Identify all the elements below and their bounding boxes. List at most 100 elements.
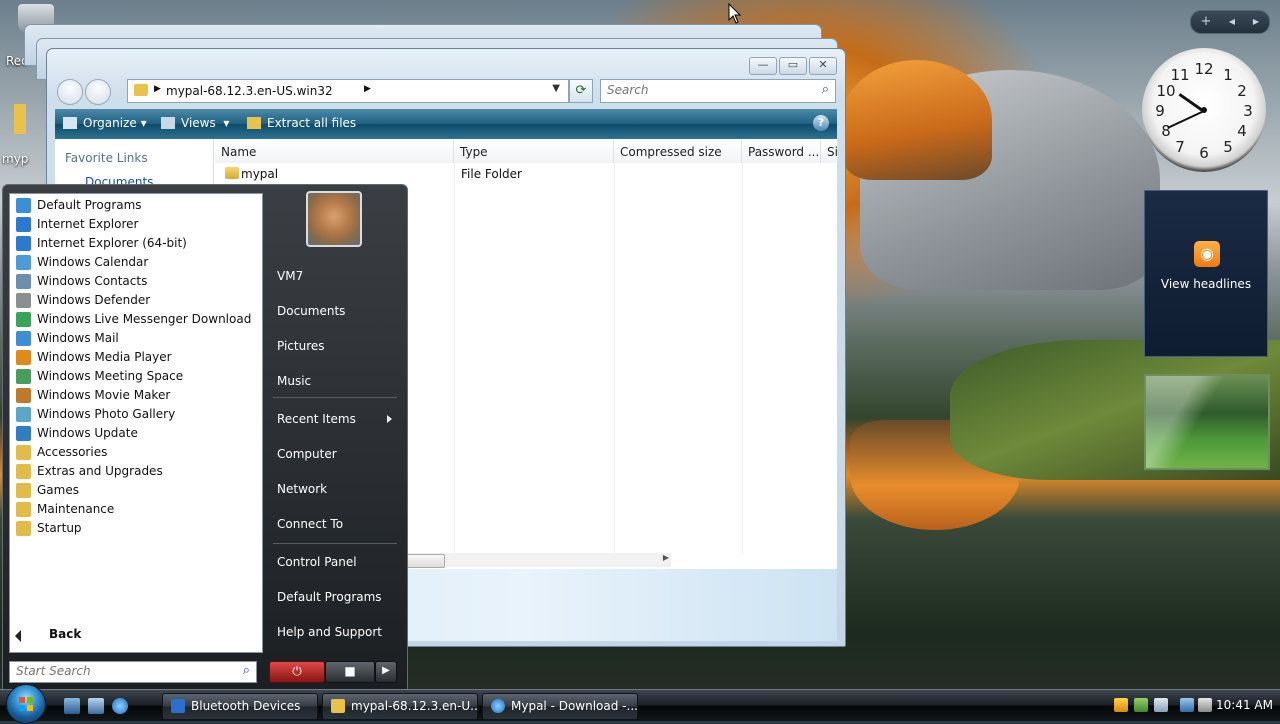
power-icon: ⏻ (292, 664, 302, 678)
address-bar[interactable]: ▶ mypal-68.12.3.en-US.win32 ▶ ▼ (127, 79, 569, 103)
help-icon[interactable]: ? (813, 115, 829, 131)
address-path[interactable]: mypal-68.12.3.en-US.win32 (166, 84, 333, 98)
folder-icon (16, 502, 31, 517)
windows-flag-icon (19, 697, 33, 711)
views-icon (161, 117, 175, 129)
system-tray: 10:41 AM (1108, 693, 1280, 718)
extract-all-files-button[interactable]: Extract all files (247, 116, 356, 130)
program-item[interactable]: Windows Calendar (16, 253, 256, 272)
program-item[interactable]: Accessories (16, 443, 256, 462)
close-button[interactable]: ✕ (809, 57, 837, 75)
back-arrow-button[interactable] (57, 79, 83, 105)
power-button[interactable]: ⏻ (269, 661, 325, 683)
desktop-mypal-label[interactable]: myp (2, 152, 28, 166)
lock-button[interactable]: ■ (325, 661, 375, 683)
organize-icon (63, 117, 77, 129)
switch-windows-icon[interactable] (88, 698, 104, 714)
tray-app-icon[interactable] (1154, 698, 1168, 712)
program-item[interactable]: Windows Defender (16, 291, 256, 310)
add-gadget-button[interactable]: + (1193, 11, 1219, 33)
internet-explorer-icon[interactable] (112, 698, 128, 714)
scroll-right-arrow-icon[interactable]: ▶ (663, 553, 669, 562)
views-button[interactable]: Views ▾ (161, 116, 229, 130)
volume-muted-icon[interactable] (1198, 698, 1212, 712)
extract-label: Extract all files (267, 116, 357, 130)
start-item-control-panel[interactable]: Control Panel (277, 555, 357, 569)
start-item-pictures[interactable]: Pictures (277, 339, 325, 353)
start-item-computer[interactable]: Computer (277, 447, 337, 461)
breadcrumb-chevron-icon: ▶ (364, 84, 371, 94)
column-header-password[interactable]: Password ... (742, 141, 821, 163)
program-icon (16, 407, 31, 422)
program-item[interactable]: Windows Contacts (16, 272, 256, 291)
program-item[interactable]: Windows Media Player (16, 348, 256, 367)
search-icon[interactable]: ⌕ (822, 82, 829, 97)
program-item[interactable]: Windows Photo Gallery (16, 405, 256, 424)
start-item-default-programs[interactable]: Default Programs (277, 590, 382, 604)
program-item[interactable]: Games (16, 481, 256, 500)
slideshow-gadget[interactable] (1144, 374, 1270, 470)
start-item-network[interactable]: Network (277, 482, 327, 496)
security-shield-icon[interactable] (1114, 698, 1128, 712)
power-options-arrow[interactable]: ▶ (375, 661, 397, 683)
forward-arrow-button[interactable] (85, 79, 111, 105)
program-item[interactable]: Extras and Upgrades (16, 462, 256, 481)
maximize-button[interactable]: ▭ (779, 57, 807, 75)
start-button[interactable] (6, 684, 46, 724)
refresh-button[interactable]: ⟳ (569, 79, 593, 103)
start-item-user[interactable]: VM7 (277, 269, 303, 283)
network-icon[interactable] (1180, 698, 1194, 712)
program-item[interactable]: Internet Explorer (16, 215, 256, 234)
program-item[interactable]: Maintenance (16, 500, 256, 519)
clock-gadget[interactable]: 12 1 2 3 4 5 6 7 8 9 10 11 (1142, 48, 1266, 172)
program-item[interactable]: Default Programs (16, 196, 256, 215)
column-header-name[interactable]: Name (215, 141, 454, 163)
start-search-box[interactable]: ⌕ (9, 661, 257, 683)
program-item[interactable]: Windows Movie Maker (16, 386, 256, 405)
notification-icon[interactable] (1134, 698, 1148, 712)
organize-button[interactable]: Organize ▾ (63, 116, 147, 130)
program-item[interactable]: Windows Live Messenger Download (16, 310, 256, 329)
start-item-music[interactable]: Music (277, 374, 311, 388)
program-item[interactable]: Startup (16, 519, 256, 538)
user-picture[interactable] (306, 191, 362, 247)
minimize-button[interactable]: — (749, 57, 777, 75)
start-item-help-and-support[interactable]: Help and Support (277, 625, 382, 639)
desktop-folder-icon[interactable] (14, 104, 26, 134)
breadcrumb-chevron-icon: ▶ (154, 84, 161, 94)
taskbar-button-bluetooth-devices[interactable]: Bluetooth Devices (162, 693, 318, 720)
file-name[interactable]: mypal (241, 167, 278, 181)
chevron-down-icon[interactable]: ▼ (552, 83, 560, 94)
program-label: Windows Live Messenger Download (37, 312, 252, 326)
mouse-cursor-icon (728, 3, 742, 24)
next-gadget-button[interactable]: ▶ (1243, 11, 1269, 33)
start-item-recent-items[interactable]: Recent Items (277, 412, 356, 426)
taskbar-button-mypal-folder[interactable]: mypal-68.12.3.en-U... (322, 693, 478, 720)
program-item[interactable]: Windows Update (16, 424, 256, 443)
program-label: Default Programs (37, 198, 142, 212)
program-label: Windows Photo Gallery (37, 407, 176, 421)
start-item-documents[interactable]: Documents (277, 304, 345, 318)
feed-headlines-gadget[interactable]: ◉ View headlines (1144, 190, 1268, 357)
zip-folder-icon (247, 117, 261, 129)
search-icon[interactable]: ⌕ (243, 663, 250, 678)
start-search-input[interactable] (10, 662, 236, 680)
all-programs-list: Default Programs Internet Explorer Interne… (9, 193, 263, 653)
taskbar-clock[interactable]: 10:41 AM (1216, 693, 1273, 718)
program-icon (16, 274, 31, 289)
search-input[interactable] (601, 80, 807, 100)
feed-headlines-label[interactable]: View headlines (1145, 277, 1267, 291)
table-row[interactable]: mypal File Folder (215, 165, 815, 183)
show-desktop-icon[interactable] (64, 698, 80, 714)
program-item[interactable]: Internet Explorer (64-bit) (16, 234, 256, 253)
taskbar-button-label: mypal-68.12.3.en-U... (351, 699, 478, 713)
prev-gadget-button[interactable]: ◀ (1219, 11, 1245, 33)
column-header-type[interactable]: Type (454, 141, 614, 163)
taskbar-button-mypal-download[interactable]: Mypal - Download -... (482, 693, 638, 720)
program-item[interactable]: Windows Meeting Space (16, 367, 256, 386)
program-item[interactable]: Windows Mail (16, 329, 256, 348)
column-header-size[interactable]: Si (821, 141, 838, 163)
start-item-connect-to[interactable]: Connect To (277, 517, 343, 531)
column-header-compressed-size[interactable]: Compressed size (614, 141, 742, 163)
search-box[interactable]: ⌕ (600, 79, 836, 103)
